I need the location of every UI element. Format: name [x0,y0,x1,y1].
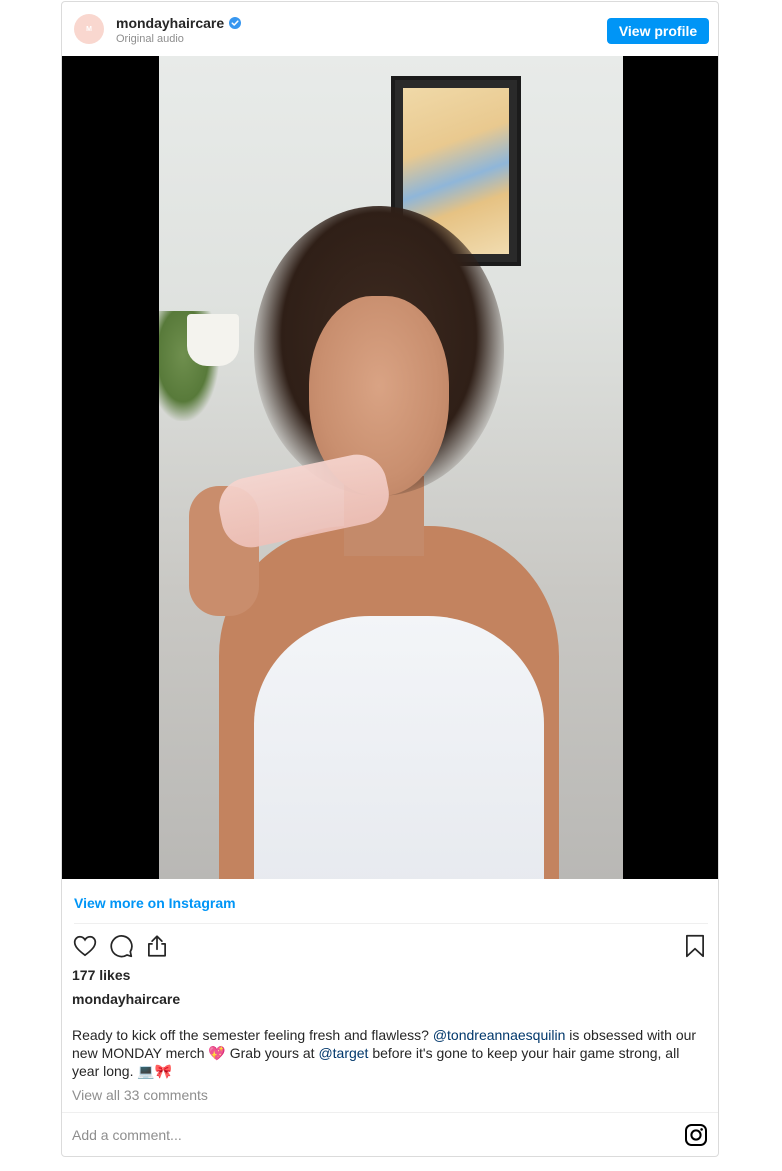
view-more-link[interactable]: View more on Instagram [74,895,236,911]
post-header: M mondayhaircare Original audio View pro… [62,2,718,56]
video-player[interactable] [62,56,718,879]
username-row: mondayhaircare [116,15,242,31]
comment-icon[interactable] [108,933,134,959]
caption-author[interactable]: mondayhaircare [72,991,180,1007]
avatar[interactable]: M [74,14,104,44]
comment-input[interactable] [72,1125,632,1145]
comment-bar [62,1112,718,1158]
caption-text-1: Ready to kick off the semester feeling f… [72,1027,433,1043]
avatar-text: M [86,25,92,33]
view-all-comments-link[interactable]: View all 33 comments [72,1087,208,1103]
person-tank-top [254,616,544,879]
username[interactable]: mondayhaircare [116,15,224,31]
instagram-embed-card: M mondayhaircare Original audio View pro… [61,1,719,1157]
post-caption: Ready to kick off the semester feeling f… [72,1026,698,1080]
share-icon[interactable] [144,933,170,959]
bookmark-icon[interactable] [682,933,708,959]
background-lamp [187,314,239,366]
audio-subtitle[interactable]: Original audio [116,33,184,45]
verified-badge-icon [229,17,242,29]
instagram-icon[interactable] [684,1123,708,1147]
divider [74,923,708,924]
view-profile-button[interactable]: View profile [607,18,709,44]
mention-link[interactable]: @tondreannaesquilin [433,1027,566,1043]
action-bar [72,933,708,959]
mention-link[interactable]: @target [318,1045,368,1061]
likes-count[interactable]: 177 likes [72,967,130,983]
heart-icon[interactable] [72,933,98,959]
video-frame [159,56,623,879]
